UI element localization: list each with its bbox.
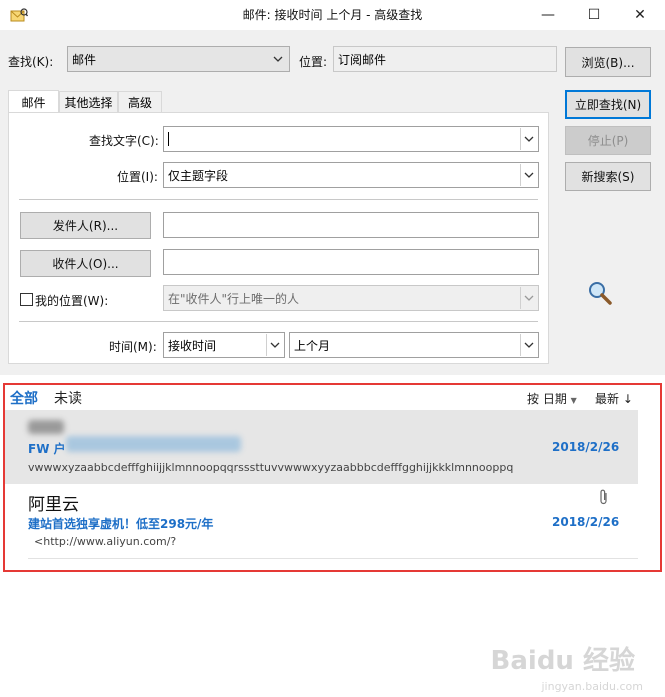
where-value: 在"收件人"行上唯一的人: [168, 291, 300, 306]
new-search-button[interactable]: 新搜索(S): [565, 162, 651, 191]
divider: [19, 321, 538, 322]
chevron-down-icon[interactable]: [520, 128, 537, 150]
search-text-label: 查找文字(C):: [89, 134, 159, 148]
in-select[interactable]: 仅主题字段: [163, 162, 539, 188]
tab-messages[interactable]: 邮件: [8, 90, 59, 113]
in-value: 仅主题字段: [168, 168, 229, 183]
close-button[interactable]: ✕: [617, 0, 663, 30]
time-range-select[interactable]: 上个月: [289, 332, 539, 358]
text-cursor: [168, 132, 169, 146]
chevron-down-icon: [271, 51, 285, 67]
tab-more-choices[interactable]: 其他选择: [59, 91, 118, 113]
chevron-down-icon[interactable]: [266, 334, 283, 356]
where-select: 在"收件人"行上唯一的人: [163, 285, 539, 311]
chevron-down-icon[interactable]: [520, 334, 537, 356]
location-value: 订阅邮件: [338, 52, 387, 67]
baidu-watermark: Baidu 经验: [490, 646, 635, 676]
sent-to-button[interactable]: 收件人(O)...: [20, 250, 151, 277]
lookfor-select[interactable]: 邮件: [67, 46, 290, 72]
chevron-down-icon[interactable]: [520, 164, 537, 186]
lookfor-label: 查找(K):: [8, 55, 54, 69]
in-label: 位置(I):: [117, 170, 158, 184]
lookfor-value: 邮件: [72, 52, 97, 67]
divider: [19, 199, 538, 200]
where-checkbox[interactable]: [20, 293, 33, 306]
title-bar: 邮件: 接收时间 上个月 - 高级查找 — ☐ ✕: [0, 0, 665, 30]
magnifier-icon: [587, 280, 613, 306]
location-label: 位置:: [299, 55, 328, 69]
tab-advanced[interactable]: 高级: [118, 91, 162, 113]
time-label: 时间(M):: [109, 340, 157, 354]
time-field-select[interactable]: 接收时间: [163, 332, 285, 358]
sent-to-input[interactable]: [163, 249, 539, 275]
from-button[interactable]: 发件人(R)...: [20, 212, 151, 239]
time-range-value: 上个月: [294, 338, 331, 353]
browse-button[interactable]: 浏览(B)...: [565, 47, 651, 77]
chevron-down-icon: [520, 287, 537, 309]
search-text-input[interactable]: [163, 126, 539, 152]
maximize-button[interactable]: ☐: [571, 0, 617, 30]
find-now-button[interactable]: 立即查找(N): [565, 90, 651, 119]
highlight-frame: [3, 383, 662, 572]
location-field: 订阅邮件: [333, 46, 557, 72]
minimize-button[interactable]: —: [525, 0, 571, 30]
from-input[interactable]: [163, 212, 539, 238]
baidu-watermark-url: jingyan.baidu.com: [541, 680, 643, 693]
time-field-value: 接收时间: [168, 338, 217, 353]
where-label: 我的位置(W):: [35, 294, 109, 308]
stop-button[interactable]: 停止(P): [565, 126, 651, 155]
